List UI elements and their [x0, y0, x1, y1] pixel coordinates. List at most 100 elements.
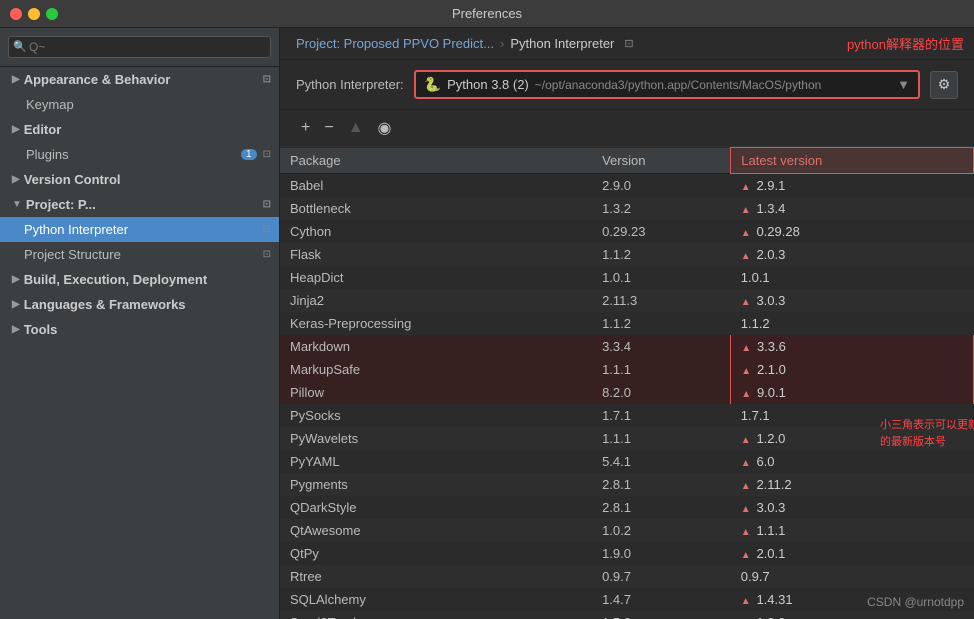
snake-icon: 🐍 [424, 76, 441, 93]
sidebar-item-build[interactable]: ▶ Build, Execution, Deployment [0, 267, 279, 292]
table-row: Flask [280, 243, 592, 266]
table-row: ▲ 1.2.0 [731, 427, 974, 450]
window-controls [10, 8, 58, 20]
table-row: ▲ 2.9.1 [731, 174, 974, 198]
chevron-right-icon: ▶ [12, 274, 20, 285]
table-row: 1.1.2 [592, 243, 731, 266]
chevron-down-icon: ▼ [12, 199, 22, 210]
col-version[interactable]: Version [592, 148, 731, 174]
annotation-python-pos: python解释器的位置 [847, 34, 964, 53]
table-row: 1.0.2 [592, 519, 731, 542]
close-button[interactable] [10, 8, 22, 20]
interpreter-select[interactable]: 🐍 Python 3.8 (2) ~/opt/anaconda3/python.… [414, 70, 920, 99]
content-pane: Project: Proposed PPVO Predict... › Pyth… [280, 28, 974, 619]
table-row: Markdown [280, 335, 592, 358]
interpreter-label: Python Interpreter: [296, 77, 404, 92]
settings-icon: ⊡ [263, 249, 271, 260]
settings-icon: ⊡ [263, 149, 271, 160]
search-input[interactable] [8, 36, 271, 58]
table-row: Babel [280, 174, 592, 198]
settings-icon: ⊡ [263, 224, 271, 235]
table-row: Rtree [280, 565, 592, 588]
breadcrumb-active: Python Interpreter [510, 36, 614, 51]
sidebar-item-languages[interactable]: ▶ Languages & Frameworks [0, 292, 279, 317]
table-row: 5.4.1 [592, 450, 731, 473]
breadcrumb-icon: ⊡ [624, 37, 633, 50]
sidebar: 🔍 ▶ Appearance & Behavior ⊡ Keymap ▶ Edi… [0, 28, 280, 619]
table-row: 1.1.1 [592, 427, 731, 450]
table-row: ▲ 6.0 [731, 450, 974, 473]
remove-package-button[interactable]: − [319, 117, 338, 139]
table-row: ▲ 1.8.0 [731, 611, 974, 619]
table-row: ▲ 1.1.1 [731, 519, 974, 542]
sidebar-item-tools[interactable]: ▶ Tools [0, 317, 279, 342]
table-row: ▲ 0.29.28 [731, 220, 974, 243]
window-title: Preferences [452, 6, 522, 21]
table-row: 2.8.1 [592, 496, 731, 519]
table-row: QtPy [280, 542, 592, 565]
table-row: 1.7.1 [731, 404, 974, 427]
sidebar-item-project[interactable]: ▼ Project: P... ⊡ [0, 192, 279, 217]
table-row: ▲ 3.3.6 [731, 335, 974, 358]
table-row: 0.9.7 [731, 565, 974, 588]
table-row: QDarkStyle [280, 496, 592, 519]
sidebar-item-label: Build, Execution, Deployment [24, 272, 207, 287]
settings-icon: ⊡ [263, 74, 271, 85]
table-row: 1.0.1 [731, 266, 974, 289]
csdn-watermark: CSDN @urnotdpp [867, 595, 964, 609]
up-package-button[interactable]: ▲ [343, 117, 369, 139]
table-row: Bottleneck [280, 197, 592, 220]
sidebar-item-label: Languages & Frameworks [24, 297, 186, 312]
maximize-button[interactable] [46, 8, 58, 20]
search-box[interactable]: 🔍 [0, 28, 279, 67]
settings-icon: ⊡ [263, 199, 271, 210]
interpreter-settings-button[interactable]: ⚙ [930, 71, 958, 99]
interpreter-path: ~/opt/anaconda3/python.app/Contents/MacO… [535, 78, 822, 92]
sidebar-item-project-structure[interactable]: Project Structure ⊡ [0, 242, 279, 267]
col-package[interactable]: Package [280, 148, 592, 174]
table-row: PyYAML [280, 450, 592, 473]
sidebar-item-label: Plugins [26, 147, 69, 162]
table-row: ▲ 2.0.1 [731, 542, 974, 565]
table-row: 3.3.4 [592, 335, 731, 358]
sidebar-item-label: Project Structure [24, 247, 121, 262]
table-row: 1.1.2 [731, 312, 974, 335]
sidebar-item-editor[interactable]: ▶ Editor [0, 117, 279, 142]
show-all-button[interactable]: ◉ [373, 116, 397, 140]
table-row: 1.5.0 [592, 611, 731, 619]
table-row: 2.11.3 [592, 289, 731, 312]
sidebar-item-label: Tools [24, 322, 58, 337]
table-row: Cython [280, 220, 592, 243]
minimize-button[interactable] [28, 8, 40, 20]
table-row: 1.7.1 [592, 404, 731, 427]
table-row: Send2Trash [280, 611, 592, 619]
table-row: 2.9.0 [592, 174, 731, 198]
table-row: 1.9.0 [592, 542, 731, 565]
table-row: 0.29.23 [592, 220, 731, 243]
table-row: Keras-Preprocessing [280, 312, 592, 335]
sidebar-item-label: Appearance & Behavior [24, 72, 171, 87]
table-row: ▲ 2.11.2 [731, 473, 974, 496]
col-latest[interactable]: Latest version 最近的版本号 [731, 148, 974, 174]
breadcrumb-project[interactable]: Project: Proposed PPVO Predict... [296, 36, 494, 51]
table-row: QtAwesome [280, 519, 592, 542]
sidebar-item-version-control[interactable]: ▶ Version Control [0, 167, 279, 192]
table-row: 8.2.0 [592, 381, 731, 404]
dropdown-arrow-icon: ▼ [897, 77, 910, 92]
table-row: ▲ 3.0.3 [731, 496, 974, 519]
table-row: PySocks [280, 404, 592, 427]
table-row: ▲ 2.1.0 [731, 358, 974, 381]
table-row: 1.1.2 [592, 312, 731, 335]
plugin-badge: 1 [241, 149, 257, 160]
search-icon: 🔍 [13, 40, 27, 53]
sidebar-item-python-interpreter[interactable]: Python Interpreter ⊡ [0, 217, 279, 242]
packages-table-wrap[interactable]: Package Version Latest version 最近的版本号 Ba… [280, 147, 974, 619]
table-row: ▲ 2.0.3 [731, 243, 974, 266]
breadcrumb-separator: › [500, 36, 504, 51]
sidebar-item-keymap[interactable]: Keymap [0, 92, 279, 117]
sidebar-item-appearance[interactable]: ▶ Appearance & Behavior ⊡ [0, 67, 279, 92]
chevron-right-icon: ▶ [12, 124, 20, 135]
add-package-button[interactable]: + [296, 117, 315, 139]
chevron-right-icon: ▶ [12, 324, 20, 335]
sidebar-item-plugins[interactable]: Plugins 1 ⊡ [0, 142, 279, 167]
